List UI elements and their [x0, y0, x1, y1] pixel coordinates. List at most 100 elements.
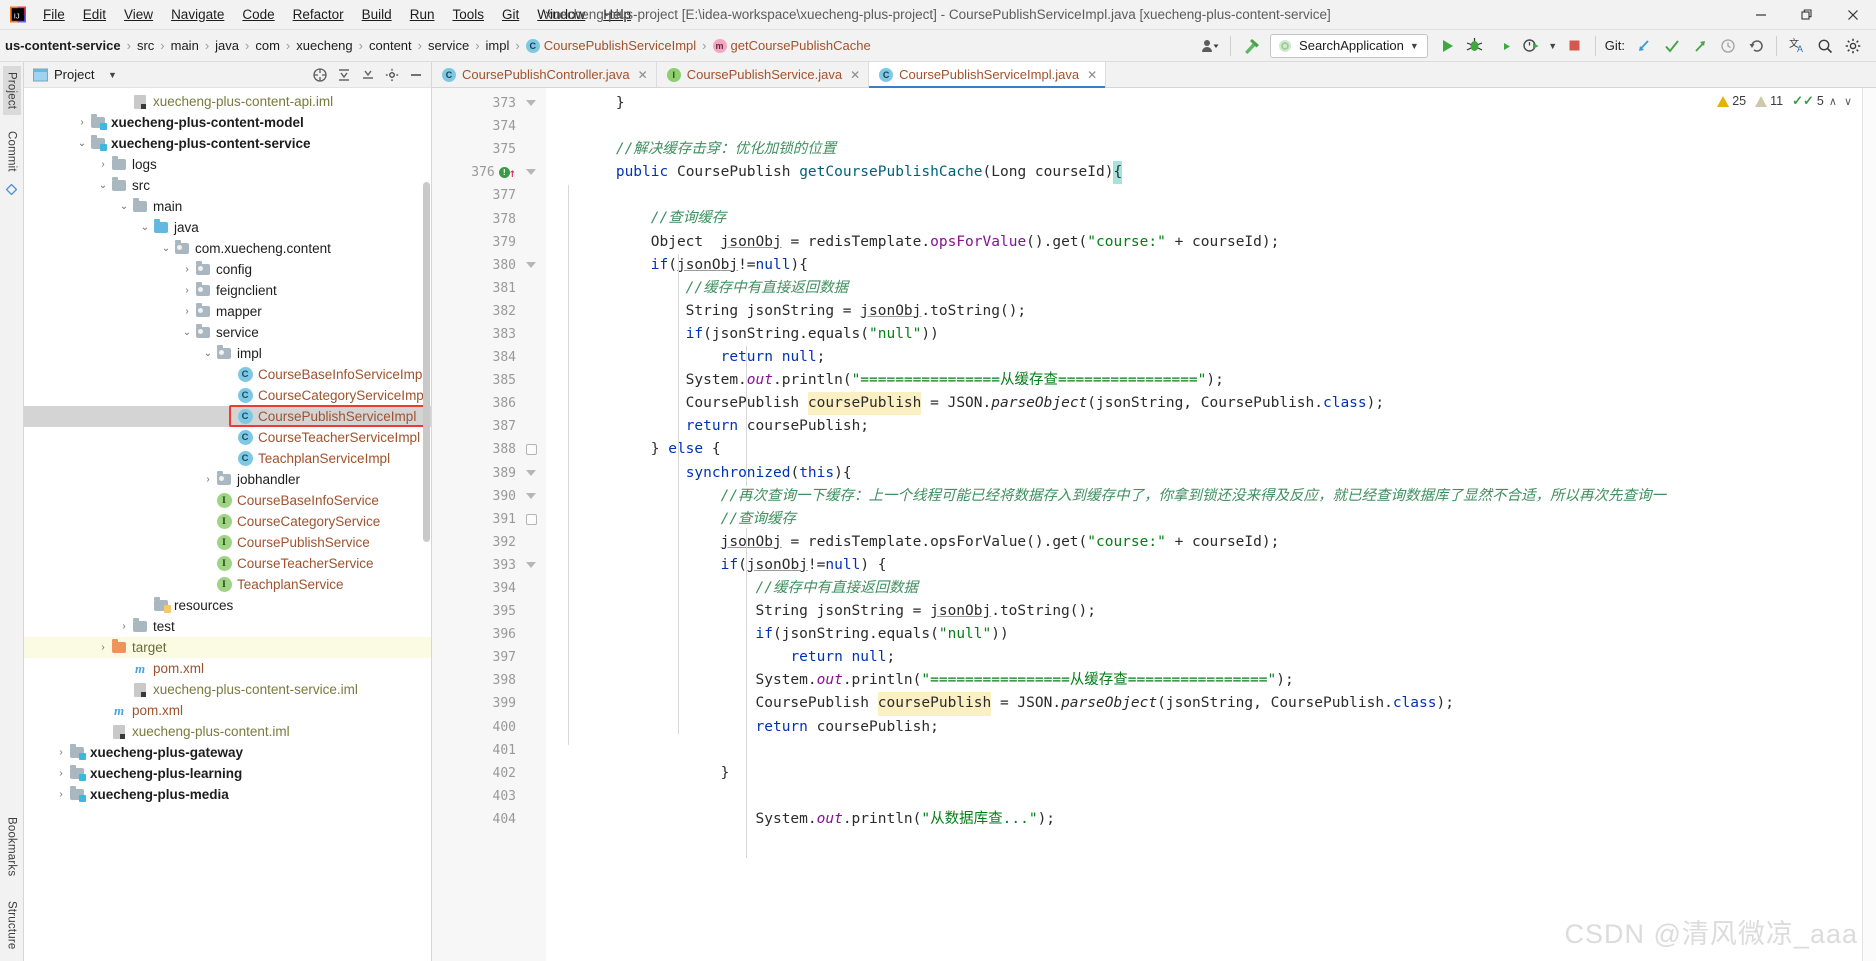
- fold-region[interactable]: [520, 716, 546, 739]
- breadcrumb-method[interactable]: m getCoursePublishCache: [708, 36, 876, 55]
- line-number[interactable]: 396: [432, 623, 520, 646]
- breadcrumb-service[interactable]: service: [423, 36, 474, 55]
- tree-node[interactable]: xuecheng-plus-content-api.iml: [24, 91, 431, 112]
- menu-file[interactable]: File: [34, 3, 74, 27]
- tree-node[interactable]: C CourseBaseInfoServiceImpl: [24, 364, 431, 385]
- breadcrumb-module[interactable]: us-content-service: [0, 36, 126, 55]
- maximize-restore-button[interactable]: [1784, 0, 1830, 29]
- menu-git[interactable]: Git: [493, 3, 528, 27]
- fold-region[interactable]: [520, 554, 546, 577]
- previous-problem-icon[interactable]: ∧: [1827, 95, 1839, 108]
- line-number[interactable]: 375: [432, 138, 520, 161]
- line-number[interactable]: 391: [432, 508, 520, 531]
- fold-region[interactable]: [520, 762, 546, 785]
- tree-twisty[interactable]: ›: [53, 768, 69, 779]
- run-gutter-icon[interactable]: ↑: [509, 166, 516, 180]
- run-with-coverage-icon[interactable]: [1490, 33, 1516, 59]
- code-line[interactable]: //查询缓存: [546, 207, 1876, 230]
- fold-region[interactable]: [520, 785, 546, 808]
- line-number[interactable]: 381: [432, 277, 520, 300]
- chevron-down-icon[interactable]: ▼: [1546, 33, 1560, 59]
- line-number[interactable]: 373: [432, 92, 520, 115]
- fold-region[interactable]: [520, 323, 546, 346]
- fold-arrow-icon[interactable]: [526, 491, 537, 502]
- tree-node[interactable]: › logs: [24, 154, 431, 175]
- tree-twisty[interactable]: ›: [74, 117, 90, 128]
- tree-node[interactable]: › xuecheng-plus-learning: [24, 763, 431, 784]
- fold-region[interactable]: [520, 623, 546, 646]
- line-number-gutter[interactable]: 373 374 375 376! ↑ 377 378 379 380 381 382 383 384 38…: [432, 88, 520, 961]
- tree-node[interactable]: I CourseCategoryService: [24, 511, 431, 532]
- line-number[interactable]: 388: [432, 438, 520, 461]
- git-commit-icon[interactable]: [1659, 33, 1685, 59]
- tree-twisty[interactable]: ›: [179, 285, 195, 296]
- line-number[interactable]: 379: [432, 231, 520, 254]
- tree-twisty[interactable]: ⌄: [137, 222, 153, 233]
- code-line[interactable]: }: [546, 92, 1876, 115]
- tree-node[interactable]: › feignclient: [24, 280, 431, 301]
- fold-arrow-icon[interactable]: [526, 98, 537, 109]
- tree-node[interactable]: C CourseTeacherServiceImpl: [24, 427, 431, 448]
- tree-node[interactable]: ⌄ xuecheng-plus-content-service: [24, 133, 431, 154]
- tree-node[interactable]: ⌄ service: [24, 322, 431, 343]
- line-number[interactable]: 384: [432, 346, 520, 369]
- menu-window[interactable]: Window: [528, 3, 594, 27]
- tree-node[interactable]: › xuecheng-plus-gateway: [24, 742, 431, 763]
- line-number[interactable]: 404: [432, 808, 520, 831]
- line-number[interactable]: 401: [432, 739, 520, 762]
- breadcrumb-xuecheng[interactable]: xuecheng: [291, 36, 357, 55]
- run-config-selector[interactable]: SearchApplication ▼: [1266, 33, 1432, 59]
- tree-node[interactable]: C CourseCategoryServiceImpl: [24, 385, 431, 406]
- fold-arrow-icon[interactable]: [526, 260, 537, 271]
- menu-code[interactable]: Code: [233, 3, 283, 27]
- code-line[interactable]: [546, 184, 1876, 207]
- project-tree[interactable]: xuecheng-plus-content-api.iml › xuecheng-p…: [24, 88, 431, 961]
- inspection-status-widget[interactable]: 25 11 ✓✓ 5 ∧ ∨: [1713, 92, 1858, 110]
- code-line[interactable]: public CoursePublish getCoursePublishCac…: [546, 161, 1876, 185]
- git-push-icon[interactable]: [1687, 33, 1713, 59]
- breadcrumb-impl[interactable]: impl: [481, 36, 515, 55]
- breadcrumb-com[interactable]: com: [250, 36, 285, 55]
- fold-region[interactable]: [520, 138, 546, 161]
- code-folding-column[interactable]: [520, 88, 546, 961]
- line-number[interactable]: 399: [432, 692, 520, 715]
- project-settings-icon[interactable]: [381, 64, 403, 86]
- menu-view[interactable]: View: [115, 3, 162, 27]
- git-rollback-icon[interactable]: [1743, 33, 1769, 59]
- tree-twisty[interactable]: ⌄: [179, 327, 195, 338]
- tree-node[interactable]: › config: [24, 259, 431, 280]
- inspection-strip[interactable]: [1862, 88, 1876, 961]
- tree-node[interactable]: › target: [24, 637, 431, 658]
- fold-region[interactable]: [520, 207, 546, 230]
- breadcrumb-class[interactable]: C CoursePublishServiceImpl: [521, 36, 701, 55]
- tree-node[interactable]: ⌄ com.xuecheng.content: [24, 238, 431, 259]
- fold-region[interactable]: [520, 231, 546, 254]
- profile-run-icon[interactable]: [1518, 33, 1544, 59]
- menu-help[interactable]: Help: [594, 3, 640, 27]
- menu-refactor[interactable]: Refactor: [284, 3, 353, 27]
- tab-course-publish-service[interactable]: I CoursePublishService.java ✕: [656, 62, 870, 87]
- rail-button-commit[interactable]: Commit: [3, 125, 21, 178]
- tree-twisty[interactable]: ⌄: [74, 138, 90, 149]
- collapse-all-icon[interactable]: [357, 64, 379, 86]
- menu-bar[interactable]: File Edit View Navigate Code Refactor Bu…: [34, 3, 640, 27]
- menu-navigate[interactable]: Navigate: [162, 3, 233, 27]
- tree-node[interactable]: xuecheng-plus-content.iml: [24, 721, 431, 742]
- fold-region[interactable]: [520, 438, 546, 461]
- fold-region[interactable]: [520, 739, 546, 762]
- fold-region[interactable]: [520, 669, 546, 692]
- close-icon[interactable]: ✕: [638, 68, 648, 82]
- fold-region[interactable]: [520, 692, 546, 715]
- line-number[interactable]: 389: [432, 462, 520, 485]
- line-number[interactable]: 395: [432, 600, 520, 623]
- tree-node[interactable]: › jobhandler: [24, 469, 431, 490]
- line-number[interactable]: 374: [432, 115, 520, 138]
- fold-region[interactable]: [520, 646, 546, 669]
- profile-icon[interactable]: [1197, 33, 1223, 59]
- line-number[interactable]: 393: [432, 554, 520, 577]
- fold-box-icon[interactable]: [526, 444, 537, 456]
- code-line[interactable]: //再次查询一下缓存：上一个线程可能已经将数据存入到缓存中了，你拿到锁还没来得及…: [546, 485, 1876, 508]
- next-problem-icon[interactable]: ∨: [1842, 95, 1854, 108]
- fold-region[interactable]: [520, 369, 546, 392]
- line-number[interactable]: 403: [432, 785, 520, 808]
